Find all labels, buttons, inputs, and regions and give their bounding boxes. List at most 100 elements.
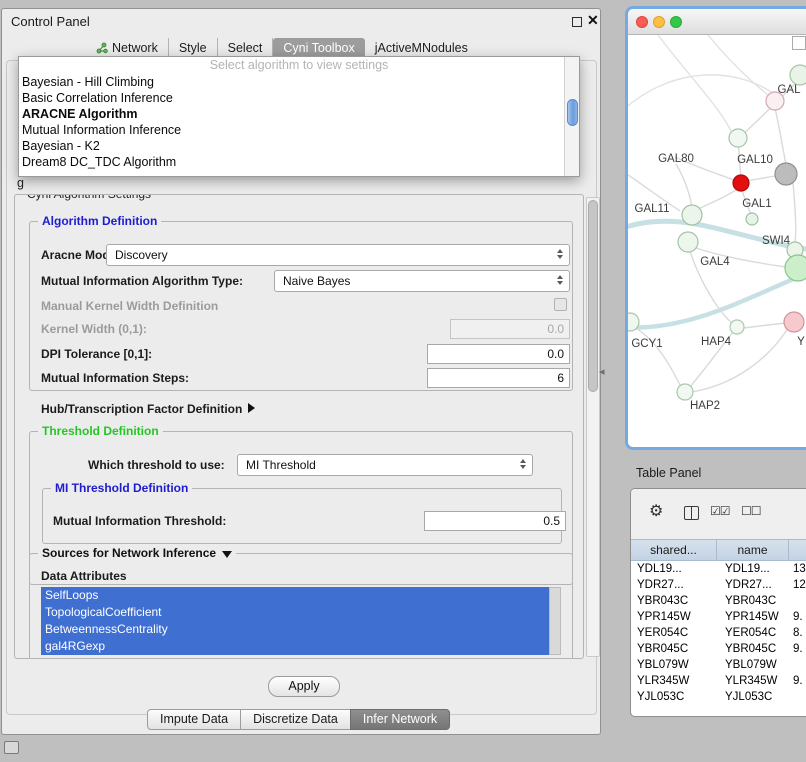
settings-scrollbar[interactable] [586,197,600,657]
popup-scrollbar-thumb[interactable] [567,99,578,126]
dropdown-arrows-icon [557,249,563,259]
table-row[interactable]: YBR045CYBR045C9. [631,641,806,657]
which-threshold-value: MI Threshold [246,458,316,472]
birdseye-toggle-button[interactable] [792,36,806,50]
column-header-shared-name[interactable]: shared... [631,540,717,560]
table-row[interactable]: YJL053CYJL053C [631,689,806,705]
tab-network[interactable]: Network [86,38,169,58]
kernel-width-label: Kernel Width (0,1): [41,322,147,336]
select-all-checkboxes-icon[interactable]: ☑☑ [710,504,730,518]
zoom-traffic-light[interactable] [670,16,682,28]
minimize-traffic-light[interactable] [653,16,665,28]
table-cell: YBR045C [631,641,717,657]
attribute-item[interactable]: gal4RGexp [41,638,549,655]
network-node[interactable] [730,320,744,334]
columns-icon[interactable] [684,506,699,520]
tab-cyni-toolbox[interactable]: Cyni Toolbox [273,38,364,58]
which-threshold-dropdown[interactable]: MI Threshold [237,454,533,476]
close-traffic-light[interactable] [636,16,648,28]
table-cell: YBL079W [631,657,717,673]
algorithm-definition-title: Algorithm Definition [38,214,161,228]
dock-widget-icon[interactable] [4,741,19,754]
table-cell: YBL079W [717,657,789,673]
data-attributes-list[interactable]: SelfLoopsTopologicalCoefficientBetweenne… [41,587,549,655]
algorithm-option[interactable]: Basic Correlation Inference [19,90,579,106]
network-node-label: HAP2 [690,400,720,412]
tab-style-label: Style [179,41,207,55]
network-window-titlebar [628,9,806,35]
data-attributes-label: Data Attributes [41,569,127,583]
column-header-truncated[interactable] [789,540,806,560]
kernel-width-field[interactable]: 0.0 [450,319,570,339]
manual-kernel-width-checkbox[interactable] [554,298,567,311]
mi-threshold-definition-group: MI Threshold Definition Mutual Informati… [42,488,562,544]
collapse-arrow-icon [222,551,232,558]
table-row[interactable]: YER054CYER054C8. [631,625,806,641]
float-window-button[interactable] [572,17,582,27]
network-node[interactable] [746,213,758,225]
cyni-settings-group: Cyni Algorithm Settings Algorithm Defini… [14,194,584,659]
sources-group-title[interactable]: Sources for Network Inference [38,546,236,560]
network-canvas[interactable]: GALGAL80GAL10GAL11GAL1SWI4GAL4GCY1HAP4YH… [628,35,806,447]
mi-algorithm-type-dropdown[interactable]: Naive Bayes [274,270,570,292]
deselect-all-checkboxes-icon[interactable]: ☐☐ [741,504,761,518]
network-node[interactable] [785,255,806,281]
column-header-name[interactable]: name [717,540,789,560]
algorithm-option[interactable]: Bayesian - Hill Climbing [19,74,579,90]
table-cell: 9. [789,673,806,689]
table-row[interactable]: YLR345WYLR345W9. [631,673,806,689]
network-node[interactable] [677,384,693,400]
table-cell: YPR145W [631,609,717,625]
hub-section-toggle[interactable]: Hub/Transcription Factor Definition [41,402,255,416]
settings-scrollbar-thumb[interactable] [588,200,598,392]
network-node[interactable] [682,205,702,225]
mi-steps-field[interactable]: 6 [427,368,570,388]
table-cell: YER054C [631,625,717,641]
dpi-tolerance-field[interactable]: 0.0 [427,344,570,364]
table-cell [789,657,806,673]
mi-threshold-field[interactable]: 0.5 [424,511,566,531]
algorithm-popup-list: Bayesian - Hill ClimbingBasic Correlatio… [19,74,579,170]
apply-button[interactable]: Apply [268,676,340,697]
network-node[interactable] [729,129,747,147]
algorithm-option[interactable]: Mutual Information Inference [19,122,579,138]
attributes-list-scrollbar[interactable] [549,587,561,655]
attribute-item[interactable]: SelfLoops [41,587,549,604]
panel-splitter-handle[interactable]: ◂ [599,365,605,378]
gear-icon[interactable]: ⚙ [649,501,663,521]
algorithm-option[interactable]: ARACNE Algorithm [19,106,579,122]
table-toolbar: ⚙ ☑☑ ☐☐ [631,489,806,539]
table-cell [789,689,806,705]
mi-algorithm-type-value: Naive Bayes [283,274,350,288]
tab-style[interactable]: Style [169,38,218,58]
table-panel-window: ⚙ ☑☑ ☐☐ shared... name YDL19...YDL19...1… [630,488,806,717]
popup-scrollbar[interactable] [564,57,579,176]
manual-kernel-width-label: Manual Kernel Width Definition [41,299,218,313]
table-row[interactable]: YPR145WYPR145W9. [631,609,806,625]
table-row[interactable]: YDR27...YDR27...12 [631,577,806,593]
algorithm-option[interactable]: Dream8 DC_TDC Algorithm [19,154,579,170]
table-row[interactable]: YBR043CYBR043C [631,593,806,609]
tab-select[interactable]: Select [218,38,274,58]
tab-jactivemnodules[interactable]: jActiveMNodules [365,38,478,58]
network-node[interactable] [790,65,806,85]
tab-discretize-data[interactable]: Discretize Data [240,709,351,730]
network-node[interactable] [678,232,698,252]
bottom-tabbar: Impute Data Discretize Data Infer Networ… [147,709,450,730]
tab-infer-network[interactable]: Infer Network [350,709,450,730]
attribute-item[interactable]: BetweennessCentrality [41,621,549,638]
tab-cyni-toolbox-label: Cyni Toolbox [283,41,354,55]
algorithm-option[interactable]: Bayesian - K2 [19,138,579,154]
obscured-text-fragment: g [17,176,24,190]
network-node[interactable] [775,163,797,185]
network-node[interactable] [733,175,749,191]
table-row[interactable]: YDL19...YDL19...13 [631,561,806,577]
window-title: Control Panel [11,14,90,29]
algorithm-definition-group: Algorithm Definition Aracne Mode: Discov… [29,221,573,391]
table-row[interactable]: YBL079WYBL079W [631,657,806,673]
aracne-mode-dropdown[interactable]: Discovery [106,244,570,266]
attribute-item[interactable]: TopologicalCoefficient [41,604,549,621]
tab-impute-data[interactable]: Impute Data [147,709,241,730]
close-window-button[interactable]: ✕ [587,12,599,29]
network-node[interactable] [784,312,804,332]
